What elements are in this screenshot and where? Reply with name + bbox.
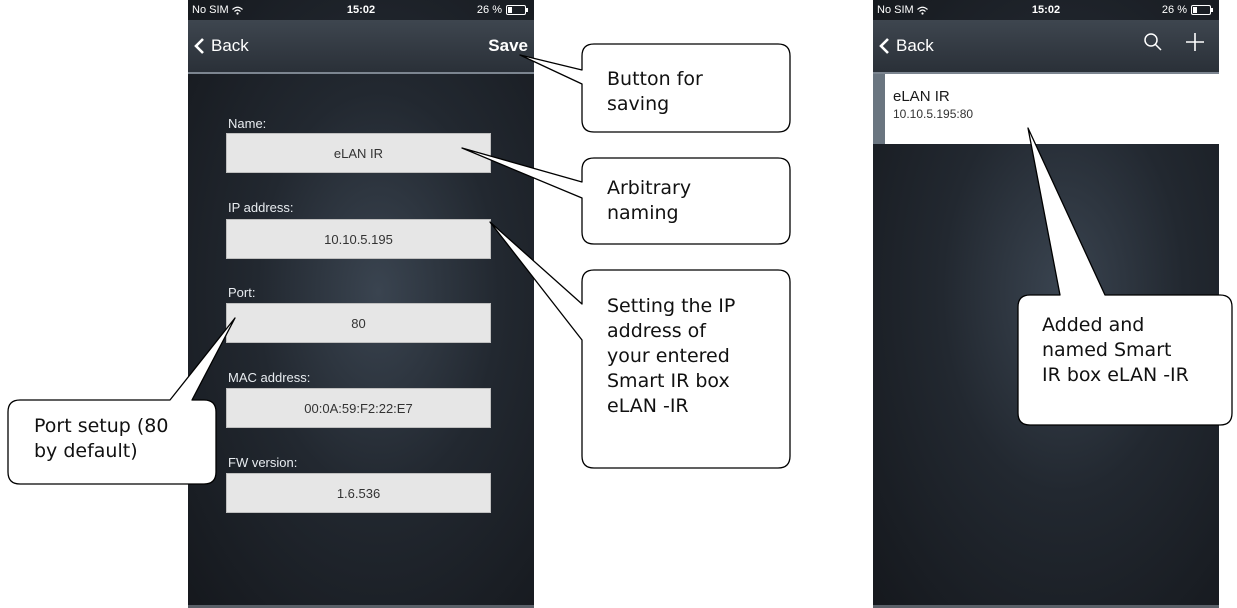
port-callout-text: Port setup (80 by default) (34, 415, 169, 462)
ip-callout-text: Setting the IP address of your entered S… (607, 295, 736, 417)
naming-callout-text: Arbitrary naming (607, 177, 692, 224)
added-callout-text: Added and named Smart IR box eLAN -IR (1042, 314, 1189, 386)
save-callout-text: Button for saving (607, 68, 703, 115)
